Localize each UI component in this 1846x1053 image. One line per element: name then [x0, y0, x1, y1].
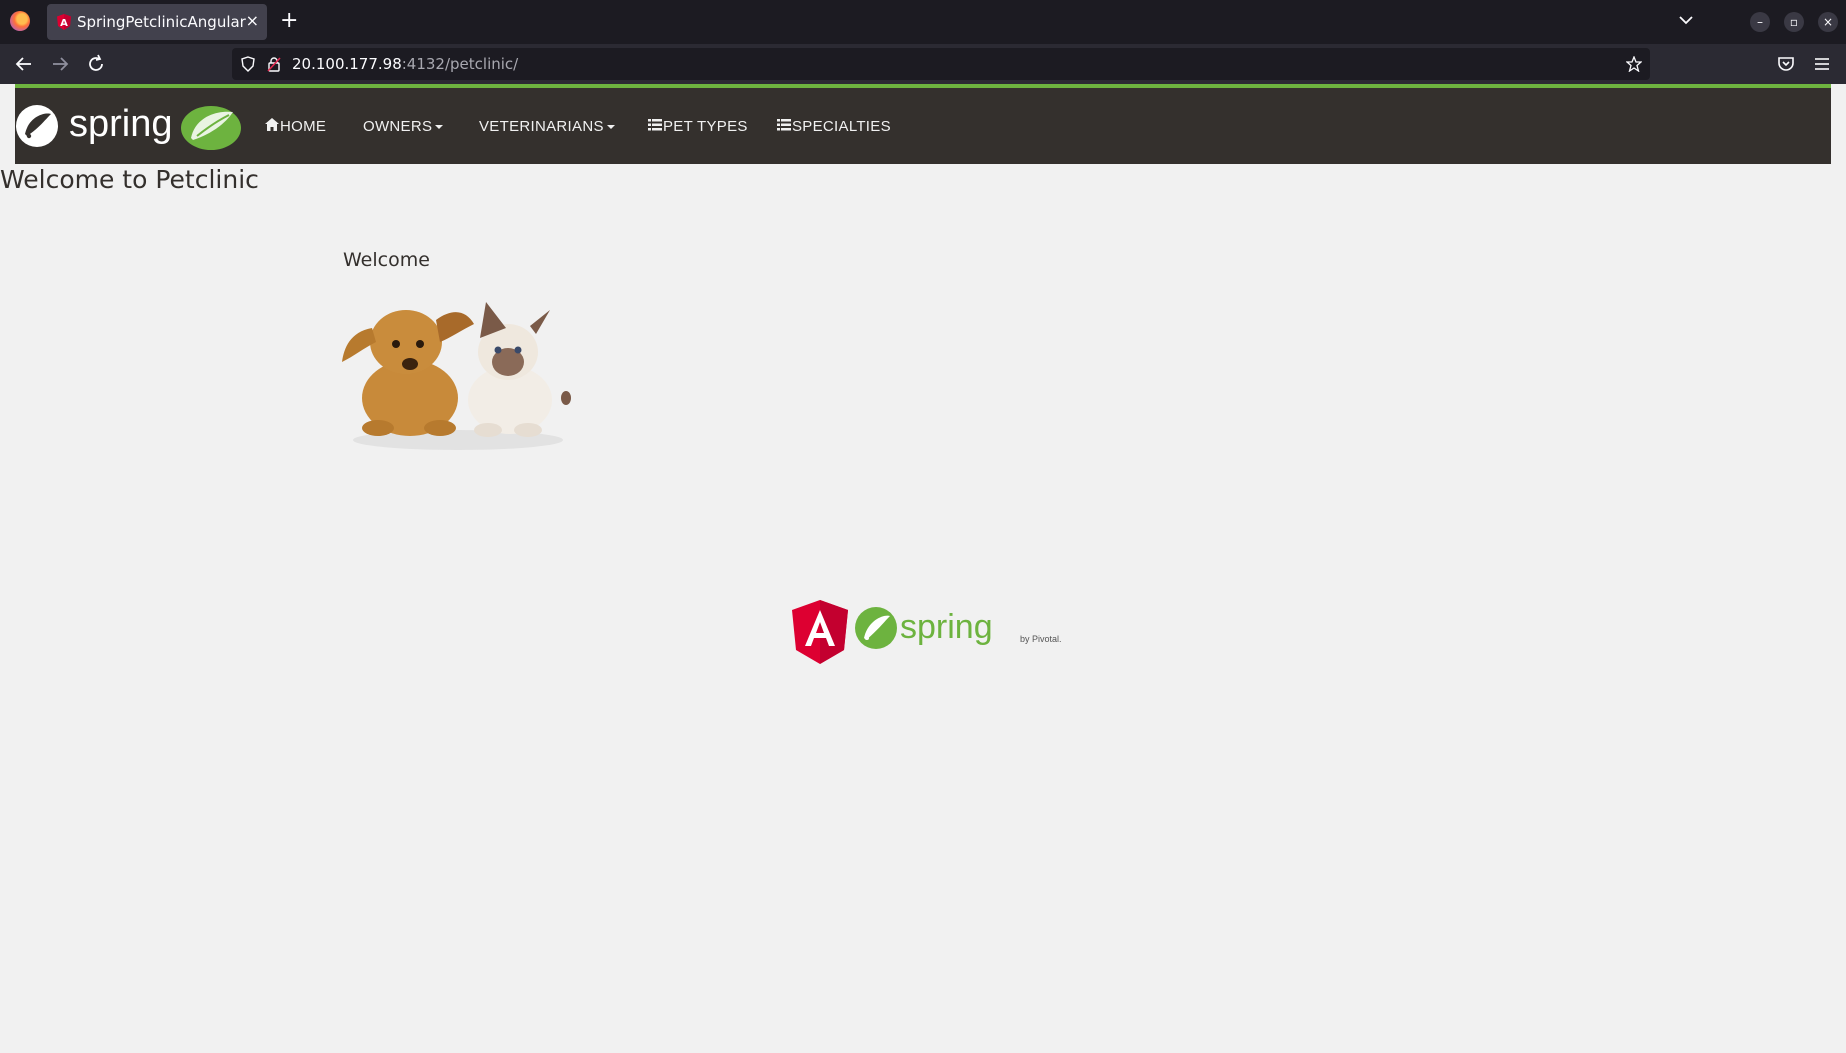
nav-pet-types[interactable]: PET TYPES: [648, 118, 748, 135]
new-tab-button[interactable]: +: [280, 8, 298, 33]
nav-veterinarians-label: VETERINARIANS: [479, 118, 604, 135]
svg-text:A: A: [60, 18, 68, 29]
shield-icon[interactable]: [240, 56, 256, 72]
tab-close-button[interactable]: ×: [246, 11, 259, 30]
url-path: :4132/petclinic/: [401, 55, 519, 73]
url-host: 20.100.177.98: [292, 55, 402, 73]
footer-pivotal-text: by Pivotal.: [1020, 634, 1062, 644]
nav-home-label: HOME: [280, 118, 327, 135]
pocket-icon[interactable]: [1775, 53, 1797, 75]
spring-brand-logo[interactable]: spring: [15, 98, 245, 154]
tab-title: SpringPetclinicAngular: [77, 13, 246, 31]
footer-spring-text: spring: [900, 608, 993, 646]
nav-owners-dropdown[interactable]: OWNERS: [363, 118, 444, 135]
minimize-icon[interactable]: –: [1750, 12, 1770, 32]
list-icon: [777, 119, 791, 131]
nav-veterinarians-dropdown[interactable]: VETERINARIANS: [479, 118, 615, 135]
forward-arrow-icon[interactable]: [49, 53, 71, 75]
spring-footer-logo-icon: [855, 607, 897, 649]
browser-tab-bar: A SpringPetclinicAngular × + – ▫ ×: [0, 0, 1846, 44]
reload-icon[interactable]: [85, 53, 107, 75]
list-icon: [648, 119, 662, 131]
browser-tab[interactable]: A SpringPetclinicAngular ×: [47, 4, 267, 40]
chevron-down-icon[interactable]: [1676, 10, 1696, 30]
caret-down-icon: [435, 125, 444, 130]
home-icon: [265, 118, 279, 131]
footer-logos: spring by Pivotal.: [792, 600, 1062, 664]
angular-favicon-icon: A: [57, 14, 71, 30]
bookmark-star-icon[interactable]: [1626, 56, 1642, 72]
angular-logo-icon: [792, 600, 848, 664]
close-window-icon[interactable]: ×: [1818, 12, 1838, 32]
nav-home[interactable]: HOME: [265, 118, 326, 135]
nav-specialties-label: SPECIALTIES: [792, 118, 891, 135]
caret-down-icon: [606, 125, 615, 130]
url-bar[interactable]: 20.100.177.98:4132/petclinic/: [232, 48, 1650, 80]
nav-specialties[interactable]: SPECIALTIES: [777, 118, 891, 135]
pets-image: [342, 302, 571, 450]
firefox-logo-icon[interactable]: [10, 11, 30, 31]
brand-text: spring: [69, 103, 173, 145]
welcome-heading: Welcome: [343, 249, 430, 271]
hamburger-menu-icon[interactable]: [1811, 53, 1833, 75]
back-arrow-icon[interactable]: [13, 53, 35, 75]
nav-owners-label: OWNERS: [363, 118, 433, 135]
nav-pet-types-label: PET TYPES: [663, 118, 748, 135]
insecure-lock-icon[interactable]: [266, 56, 282, 72]
app-navbar: spring HOME OWNERS VETERINARIANS PET TYP…: [15, 84, 1831, 164]
browser-nav-bar: 20.100.177.98:4132/petclinic/: [0, 44, 1846, 84]
restore-icon[interactable]: ▫: [1784, 12, 1804, 32]
url-text[interactable]: 20.100.177.98:4132/petclinic/: [292, 55, 518, 73]
page-title: Welcome to Petclinic: [0, 165, 259, 194]
